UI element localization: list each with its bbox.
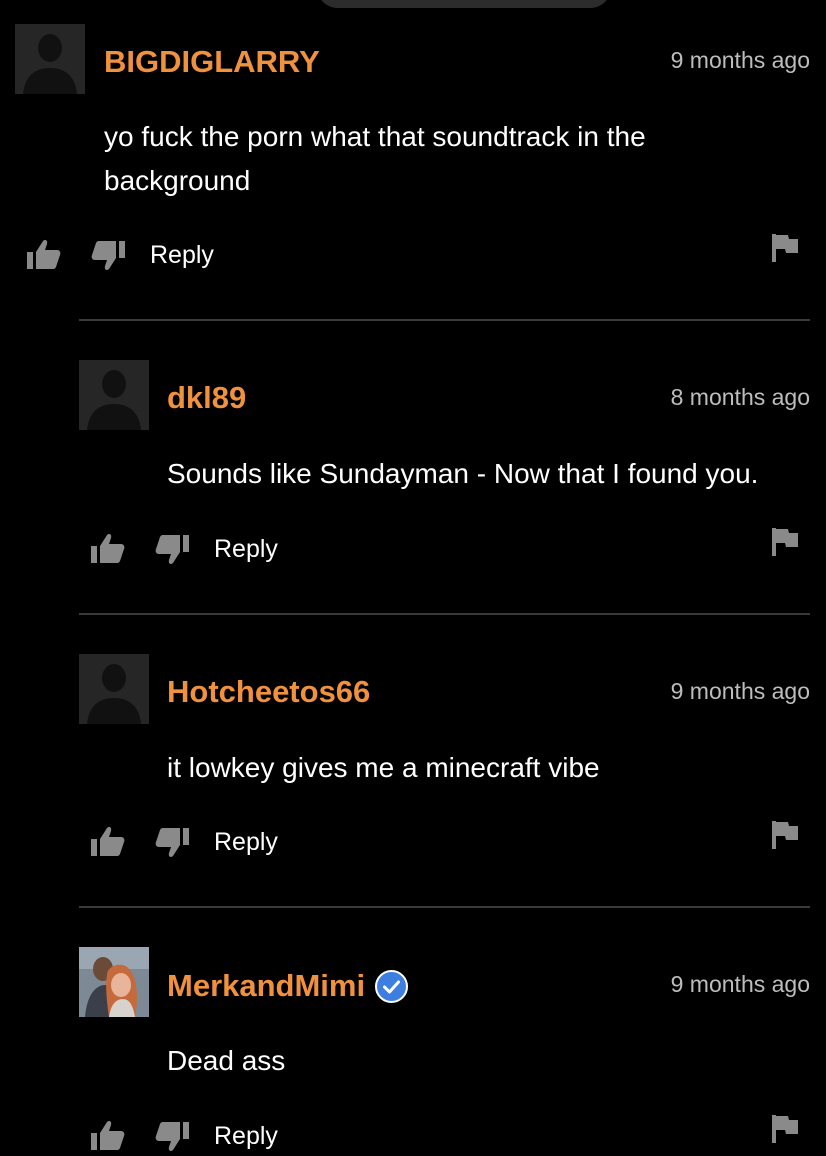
username-text[interactable]: MerkandMimi [167,968,365,1004]
thumbs-down-icon[interactable] [154,824,190,860]
comment-text: Dead ass [167,1045,286,1076]
thumbs-down-icon[interactable] [154,531,190,567]
timestamp: 9 months ago [670,971,810,997]
avatar[interactable] [79,654,149,724]
username-text[interactable]: BIGDIGLARRY [104,44,320,80]
flag-icon[interactable] [770,527,800,557]
timestamp: 9 months ago [670,47,810,73]
divider [79,906,810,908]
divider [79,613,810,615]
avatar[interactable] [79,947,149,1017]
username[interactable]: dkl89 [167,380,246,416]
comment-actions: Reply [90,529,278,569]
top-bar-handle [318,0,610,8]
flag-icon[interactable] [770,233,800,263]
thumbs-up-icon[interactable] [90,1118,126,1154]
username[interactable]: MerkandMimi [167,968,409,1004]
default-avatar-icon [15,24,85,94]
comment-actions: Reply [90,822,278,862]
default-avatar-icon [79,360,149,430]
reply-button[interactable]: Reply [214,1122,278,1151]
avatar[interactable] [15,24,85,94]
default-avatar-icon [79,654,149,724]
thumbs-down-icon[interactable] [154,1118,190,1154]
thumbs-down-icon[interactable] [90,237,126,273]
timestamp: 9 months ago [670,678,810,704]
reply-button[interactable]: Reply [150,241,214,270]
username-text[interactable]: Hotcheetos66 [167,674,370,710]
username[interactable]: BIGDIGLARRY [104,44,320,80]
comment-actions: Reply [26,235,214,275]
comment-text: yo fuck the porn what that soundtrack in… [104,121,646,196]
username[interactable]: Hotcheetos66 [167,674,370,710]
timestamp: 8 months ago [670,384,810,410]
username-text[interactable]: dkl89 [167,380,246,416]
comment-text: it lowkey gives me a minecraft vibe [167,752,600,783]
thumbs-up-icon[interactable] [90,531,126,567]
reply-button[interactable]: Reply [214,535,278,564]
avatar[interactable] [79,360,149,430]
verified-badge-icon [375,969,409,1003]
flag-icon[interactable] [770,1114,800,1144]
flag-icon[interactable] [770,820,800,850]
comment-actions: Reply [90,1116,278,1156]
thumbs-up-icon[interactable] [26,237,62,273]
reply-button[interactable]: Reply [214,828,278,857]
user-photo-avatar [79,947,149,1017]
thumbs-up-icon[interactable] [90,824,126,860]
comment-text: Sounds like Sundayman - Now that I found… [167,458,759,489]
divider [79,319,810,321]
